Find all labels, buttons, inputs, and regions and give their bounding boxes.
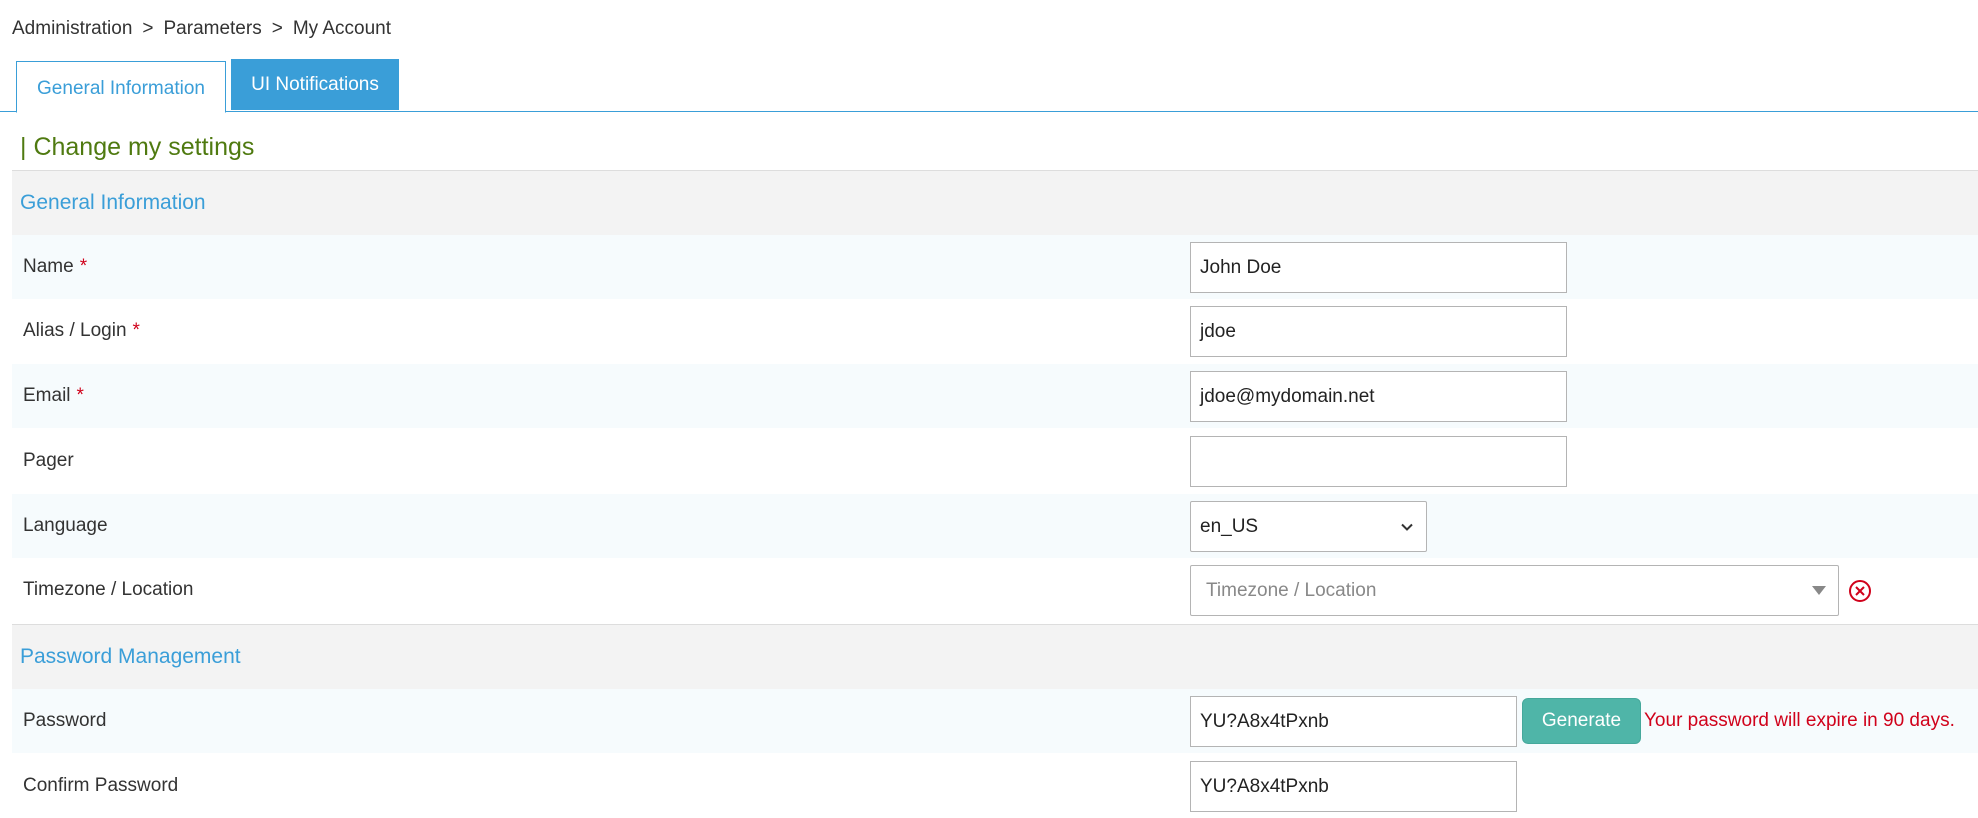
form-row-language: Language en_US: [12, 494, 1978, 558]
label-text: Password: [23, 710, 107, 731]
timezone-placeholder: Timezone / Location: [1206, 579, 1377, 601]
label-text: Email: [23, 385, 71, 406]
language-label: Language: [23, 494, 108, 558]
label-text: Timezone / Location: [23, 579, 194, 600]
section-title: Password Management: [20, 645, 241, 668]
form-row-timezone: Timezone / Location Timezone / Location: [12, 558, 1978, 622]
form-row-email: Email * jdoe@mydomain.net: [12, 364, 1978, 428]
required-marker: *: [132, 320, 140, 341]
dropdown-arrow-icon: [1812, 586, 1826, 595]
timezone-label: Timezone / Location: [23, 558, 193, 622]
alias-label: Alias / Login *: [23, 299, 140, 363]
breadcrumb-item-parameters[interactable]: Parameters: [164, 18, 262, 40]
password-input[interactable]: YU?A8x4tPxnb: [1190, 696, 1517, 747]
required-marker: *: [79, 256, 88, 277]
form-row-name: Name * John Doe: [12, 235, 1978, 299]
breadcrumb-separator: >: [142, 18, 154, 39]
language-select[interactable]: en_US: [1190, 501, 1427, 552]
email-input[interactable]: jdoe@mydomain.net: [1190, 371, 1567, 422]
label-text: Pager: [23, 450, 74, 471]
confirm-password-input[interactable]: YU?A8x4tPxnb: [1190, 761, 1517, 812]
required-marker: *: [76, 385, 84, 406]
breadcrumb: Administration > Parameters > My Account: [12, 18, 391, 40]
label-text: Alias / Login: [23, 320, 127, 341]
page-title: | Change my settings: [20, 133, 255, 161]
section-header-general-information: General Information: [12, 170, 1978, 236]
password-label: Password: [23, 689, 106, 753]
tab-bar: General Information UI Notifications: [0, 59, 1978, 113]
password-expire-message: Your password will expire in 90 days.: [1644, 710, 1955, 731]
chevron-down-icon: [1400, 520, 1414, 534]
language-selected-value: en_US: [1200, 515, 1259, 537]
tab-ui-notifications[interactable]: UI Notifications: [231, 59, 399, 110]
email-label: Email *: [23, 364, 84, 428]
name-label: Name *: [23, 235, 87, 299]
section-title: General Information: [20, 191, 206, 214]
alias-input[interactable]: jdoe: [1190, 306, 1567, 357]
pager-input[interactable]: [1190, 436, 1567, 487]
section-header-password-management: Password Management: [12, 624, 1978, 690]
form-row-confirm-password: Confirm Password YU?A8x4tPxnb: [12, 754, 1978, 818]
clear-circle-icon[interactable]: [1848, 579, 1872, 603]
pager-label: Pager: [23, 429, 74, 493]
generate-password-button[interactable]: Generate: [1522, 698, 1641, 744]
form-row-alias: Alias / Login * jdoe: [12, 299, 1978, 363]
label-text: Language: [23, 515, 108, 536]
tab-general-information[interactable]: General Information: [16, 61, 226, 113]
form-row-pager: Pager: [12, 429, 1978, 493]
form-row-password: Password YU?A8x4tPxnb Generate Your pass…: [12, 689, 1978, 753]
breadcrumb-item-administration[interactable]: Administration: [12, 18, 132, 40]
label-text: Confirm Password: [23, 775, 179, 796]
breadcrumb-separator: >: [271, 18, 283, 39]
confirm-password-label: Confirm Password: [23, 754, 178, 818]
breadcrumb-item-my-account: My Account: [292, 18, 392, 39]
name-input[interactable]: John Doe: [1190, 242, 1567, 293]
timezone-select[interactable]: Timezone / Location: [1190, 565, 1839, 616]
label-text: Name: [23, 256, 74, 277]
